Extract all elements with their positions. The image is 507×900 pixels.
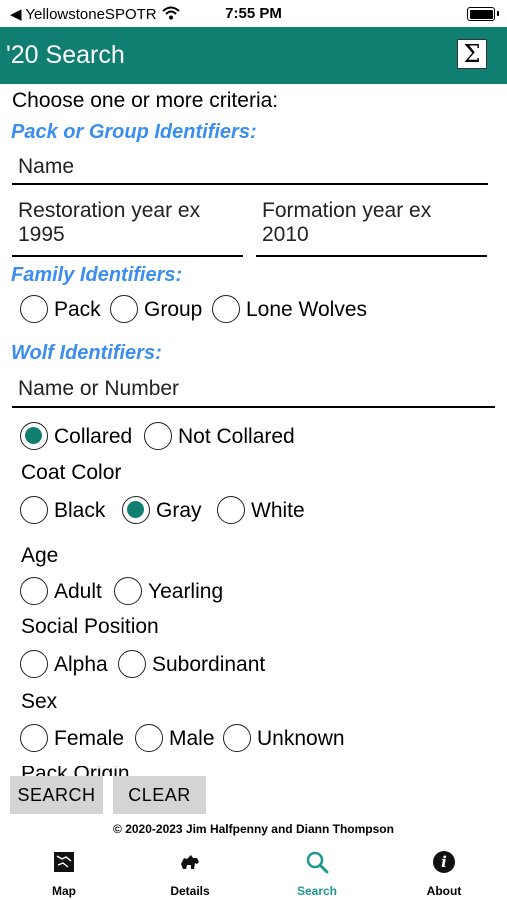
wolf-section-heading: Wolf Identifiers: <box>11 342 162 364</box>
tab-about[interactable]: i About <box>394 850 494 900</box>
pack-origin-label: Pack Origin <box>21 766 130 776</box>
radio-label: Group <box>144 298 203 321</box>
restoration-year-placeholder-line2: 1995 <box>18 223 65 246</box>
radio-circle <box>223 724 251 752</box>
radio-circle <box>20 724 48 752</box>
tab-label: Details <box>170 884 210 898</box>
radio-circle <box>110 295 138 323</box>
radio-label: Gray <box>156 499 202 522</box>
radio-sex-female[interactable]: Female <box>20 724 130 754</box>
tab-label: About <box>426 884 462 898</box>
coat-color-label: Coat Color <box>21 461 122 484</box>
wolf-name-placeholder: Name or Number <box>18 377 180 400</box>
family-section-heading: Family Identifiers: <box>11 264 183 286</box>
map-icon <box>54 852 74 872</box>
restoration-year-input[interactable]: Restoration year ex 1995 <box>12 199 243 257</box>
radio-circle <box>217 496 245 524</box>
radio-coat-black[interactable]: Black <box>20 496 112 526</box>
restoration-year-placeholder-line1: Restoration year ex <box>18 199 201 222</box>
radio-social-subordinant[interactable]: Subordinant <box>118 650 278 680</box>
radio-label: Adult <box>54 580 102 603</box>
radio-social-alpha[interactable]: Alpha <box>20 650 112 680</box>
radio-circle <box>20 496 48 524</box>
search-icon <box>306 851 329 874</box>
radio-circle <box>118 650 146 678</box>
radio-coat-gray[interactable]: Gray <box>122 496 208 526</box>
radio-coat-white[interactable]: White <box>217 496 317 526</box>
battery-icon <box>467 7 495 21</box>
pack-name-placeholder: Name <box>18 155 75 178</box>
scroll-clip: Pack Origin <box>0 766 507 776</box>
radio-family-group[interactable]: Group <box>110 295 210 325</box>
tab-label: Map <box>52 884 76 898</box>
formation-year-placeholder-line1: Formation year ex <box>262 199 432 222</box>
tab-details[interactable]: Details <box>140 850 240 900</box>
radio-label: Unknown <box>257 727 345 750</box>
social-position-label: Social Position <box>21 615 159 638</box>
radio-label: Collared <box>54 425 133 448</box>
radio-family-lone-wolves[interactable]: Lone Wolves <box>212 295 372 325</box>
radio-circle <box>144 422 172 450</box>
tab-map[interactable]: Map <box>14 850 114 900</box>
radio-label: Not Collared <box>178 425 295 448</box>
formation-year-input[interactable]: Formation year ex 2010 <box>256 199 487 257</box>
radio-sex-unknown[interactable]: Unknown <box>223 724 353 754</box>
svg-text:i: i <box>441 853 447 871</box>
radio-sex-male[interactable]: Male <box>135 724 221 754</box>
radio-circle-selected <box>20 422 48 450</box>
radio-circle <box>135 724 163 752</box>
radio-label: Alpha <box>54 653 108 676</box>
radio-label: Black <box>54 499 106 522</box>
tab-label: Search <box>296 884 338 898</box>
clear-button[interactable]: CLEAR <box>113 776 206 814</box>
radio-collared[interactable]: Collared <box>20 422 140 452</box>
pack-section-heading: Pack or Group Identifiers: <box>11 121 257 143</box>
search-button[interactable]: SEARCH <box>10 776 103 814</box>
radio-label: Subordinant <box>152 653 266 676</box>
nav-header: '20 Search <box>0 27 507 84</box>
radio-not-collared[interactable]: Not Collared <box>144 422 304 452</box>
copyright-text: © 2020-2023 Jim Halfpenny and Diann Thom… <box>113 822 394 836</box>
radio-label: White <box>251 499 305 522</box>
status-time: 7:55 PM <box>225 5 282 22</box>
radio-circle <box>212 295 240 323</box>
page-title: '20 Search <box>6 41 125 69</box>
radio-age-adult[interactable]: Adult <box>20 577 110 607</box>
radio-circle <box>20 650 48 678</box>
sigma-summary-button[interactable]: Σ <box>457 39 487 69</box>
radio-label: Yearling <box>148 580 224 603</box>
radio-family-pack[interactable]: Pack <box>20 295 106 325</box>
radio-label: Lone Wolves <box>246 298 368 321</box>
tab-search[interactable]: Search <box>267 850 367 900</box>
battery-cap <box>497 11 499 16</box>
radio-circle <box>114 577 142 605</box>
pack-name-input[interactable]: Name <box>12 155 488 185</box>
wolf-name-input[interactable]: Name or Number <box>12 377 495 408</box>
radio-circle-selected <box>122 496 150 524</box>
radio-label: Female <box>54 727 125 750</box>
criteria-prompt: Choose one or more criteria: <box>12 89 279 112</box>
radio-circle <box>20 295 48 323</box>
radio-label: Pack <box>54 298 101 321</box>
radio-circle <box>20 577 48 605</box>
radio-label: Male <box>169 727 215 750</box>
radio-age-yearling[interactable]: Yearling <box>114 577 234 607</box>
wolf-icon <box>181 855 199 869</box>
formation-year-placeholder-line2: 2010 <box>262 223 309 246</box>
sex-label: Sex <box>21 690 58 713</box>
info-icon: i <box>433 851 455 873</box>
status-bar: ◀ YellowstoneSPOTR 7:55 PM <box>0 0 507 26</box>
age-label: Age <box>21 544 59 567</box>
